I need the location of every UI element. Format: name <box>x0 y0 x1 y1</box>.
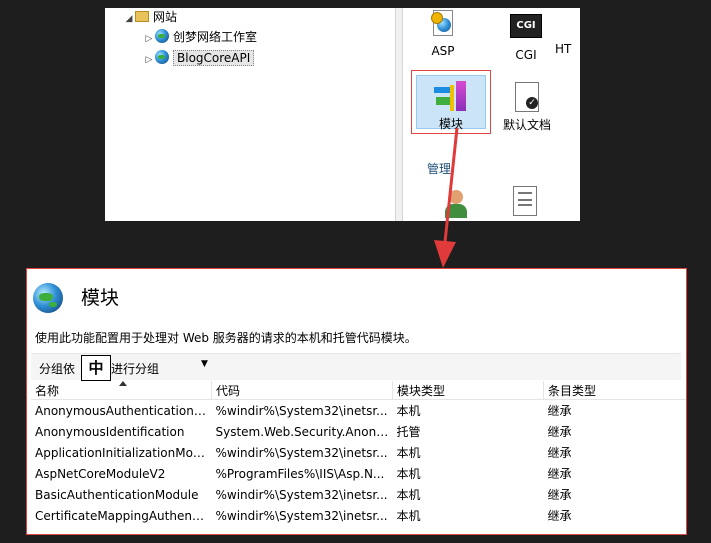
table-row[interactable]: AnonymousAuthenticationM... %windir%\Sys… <box>31 400 686 422</box>
cell-name: CertificateMappingAuthenti... <box>35 508 212 523</box>
cgi-icon: CGI <box>510 14 542 38</box>
expand-arrow-icon[interactable]: ◢ <box>123 10 135 28</box>
cell-name: ApplicationInitializationMod... <box>35 445 212 460</box>
feature-cgi[interactable]: CGI CGI <box>496 10 556 62</box>
feature-label: ASP <box>431 44 455 58</box>
cell-name: AspNetCoreModuleV2 <box>35 466 166 481</box>
user-management-icon[interactable] <box>443 188 471 218</box>
cell-code: System.Web.Security.Anony... <box>215 424 393 439</box>
group-by-dropdown-arrow-icon[interactable]: ▼ <box>201 359 208 369</box>
tree-node-label: 网站 <box>153 10 178 24</box>
pane-splitter[interactable] <box>395 8 403 221</box>
cell-code: %windir%\System32\inetsr... <box>215 508 388 523</box>
connections-tree: ◢ 网站 ▷ 创梦网络工作室 ▷ BlogCoreAPI <box>105 8 395 221</box>
features-view: ASP CGI CGI HT 模块 ✓ 默认文档 管理 <box>403 8 580 221</box>
iis-manager-window: ◢ 网站 ▷ 创梦网络工作室 ▷ BlogCoreAPI ASP CGI CGI HT <box>105 8 580 221</box>
default-document-icon: ✓ <box>515 82 539 112</box>
cell-module-type: 本机 <box>396 446 421 460</box>
feature-http-partial[interactable]: HT <box>555 42 580 56</box>
collapse-arrow-icon[interactable]: ▷ <box>143 30 155 48</box>
ime-indicator[interactable]: 中 <box>81 355 111 381</box>
cell-name: AnonymousIdentification <box>35 424 185 439</box>
cell-entry-type: 继承 <box>547 425 572 439</box>
column-header-name[interactable]: 名称 <box>31 381 212 400</box>
tree-node-label: 创梦网络工作室 <box>173 30 258 44</box>
section-manage-label: 管理 <box>427 162 452 176</box>
table-row[interactable]: AspNetCoreModuleV2 %ProgramFiles%\IIS\As… <box>31 463 686 484</box>
globe-icon <box>33 283 63 313</box>
column-header-entry-type[interactable]: 条目类型 <box>543 381 686 400</box>
feature-label: CGI <box>515 48 537 62</box>
feature-default-document[interactable]: ✓ 默认文档 <box>495 82 559 133</box>
folder-icon <box>135 11 149 22</box>
feature-label: 默认文档 <box>502 118 551 132</box>
group-by-label-right: 进行分组 <box>111 362 160 376</box>
cell-entry-type: 继承 <box>547 446 572 460</box>
cell-code: %windir%\System32\inetsr... <box>215 445 388 460</box>
cell-name: AnonymousAuthenticationM... <box>35 403 212 418</box>
column-header-code[interactable]: 代码 <box>211 381 393 400</box>
configuration-editor-icon[interactable] <box>513 186 537 216</box>
column-header-module-type[interactable]: 模块类型 <box>392 381 544 400</box>
cell-module-type: 本机 <box>396 467 421 481</box>
globe-icon <box>155 50 169 64</box>
tree-node-site-2[interactable]: ▷ BlogCoreAPI <box>143 49 255 69</box>
cell-module-type: 托管 <box>396 425 421 439</box>
table-row[interactable]: BasicAuthenticationModule %windir%\Syste… <box>31 484 686 505</box>
table-header-row: 名称 代码 模块类型 条目类型 <box>31 381 686 400</box>
group-by-bar: 分组依 进行分组 ▼ 中 <box>31 353 681 381</box>
page-description: 使用此功能配置用于处理对 Web 服务器的请求的本机和托管代码模块。 <box>35 331 417 345</box>
cell-code: %windir%\System32\inetsr... <box>215 487 388 502</box>
cell-entry-type: 继承 <box>547 488 572 502</box>
cell-code: %windir%\System32\inetsr... <box>215 403 388 418</box>
cell-module-type: 本机 <box>396 509 421 523</box>
page-title: 模块 <box>81 287 120 309</box>
modules-icon <box>434 81 468 113</box>
collapse-arrow-icon[interactable]: ▷ <box>143 51 155 69</box>
tree-node-site-1[interactable]: ▷ 创梦网络工作室 <box>143 28 257 46</box>
feature-label: 模块 <box>438 117 463 131</box>
feature-label: HT <box>555 42 572 56</box>
asp-icon <box>431 10 455 40</box>
feature-modules[interactable]: 模块 <box>411 70 491 134</box>
cell-entry-type: 继承 <box>547 404 572 418</box>
table-row[interactable]: AnonymousIdentification System.Web.Secur… <box>31 421 686 442</box>
cell-module-type: 本机 <box>396 404 421 418</box>
cell-name: BasicAuthenticationModule <box>35 487 199 502</box>
modules-table: 名称 代码 模块类型 条目类型 AnonymousAuthenticationM… <box>31 381 686 526</box>
cell-module-type: 本机 <box>396 488 421 502</box>
table-row[interactable]: CertificateMappingAuthenti... %windir%\S… <box>31 505 686 526</box>
group-by-label-left: 分组依 <box>39 362 76 376</box>
modules-panel: 模块 使用此功能配置用于处理对 Web 服务器的请求的本机和托管代码模块。 分组… <box>26 268 687 535</box>
cell-entry-type: 继承 <box>547 509 572 523</box>
table-row[interactable]: ApplicationInitializationMod... %windir%… <box>31 442 686 463</box>
cell-code: %ProgramFiles%\IIS\Asp.N... <box>215 466 385 481</box>
cell-entry-type: 继承 <box>547 467 572 481</box>
globe-icon <box>155 29 169 43</box>
tree-node-label: BlogCoreAPI <box>173 50 255 66</box>
tree-node-sites[interactable]: ◢ 网站 <box>123 8 177 26</box>
feature-asp[interactable]: ASP <box>413 10 473 58</box>
